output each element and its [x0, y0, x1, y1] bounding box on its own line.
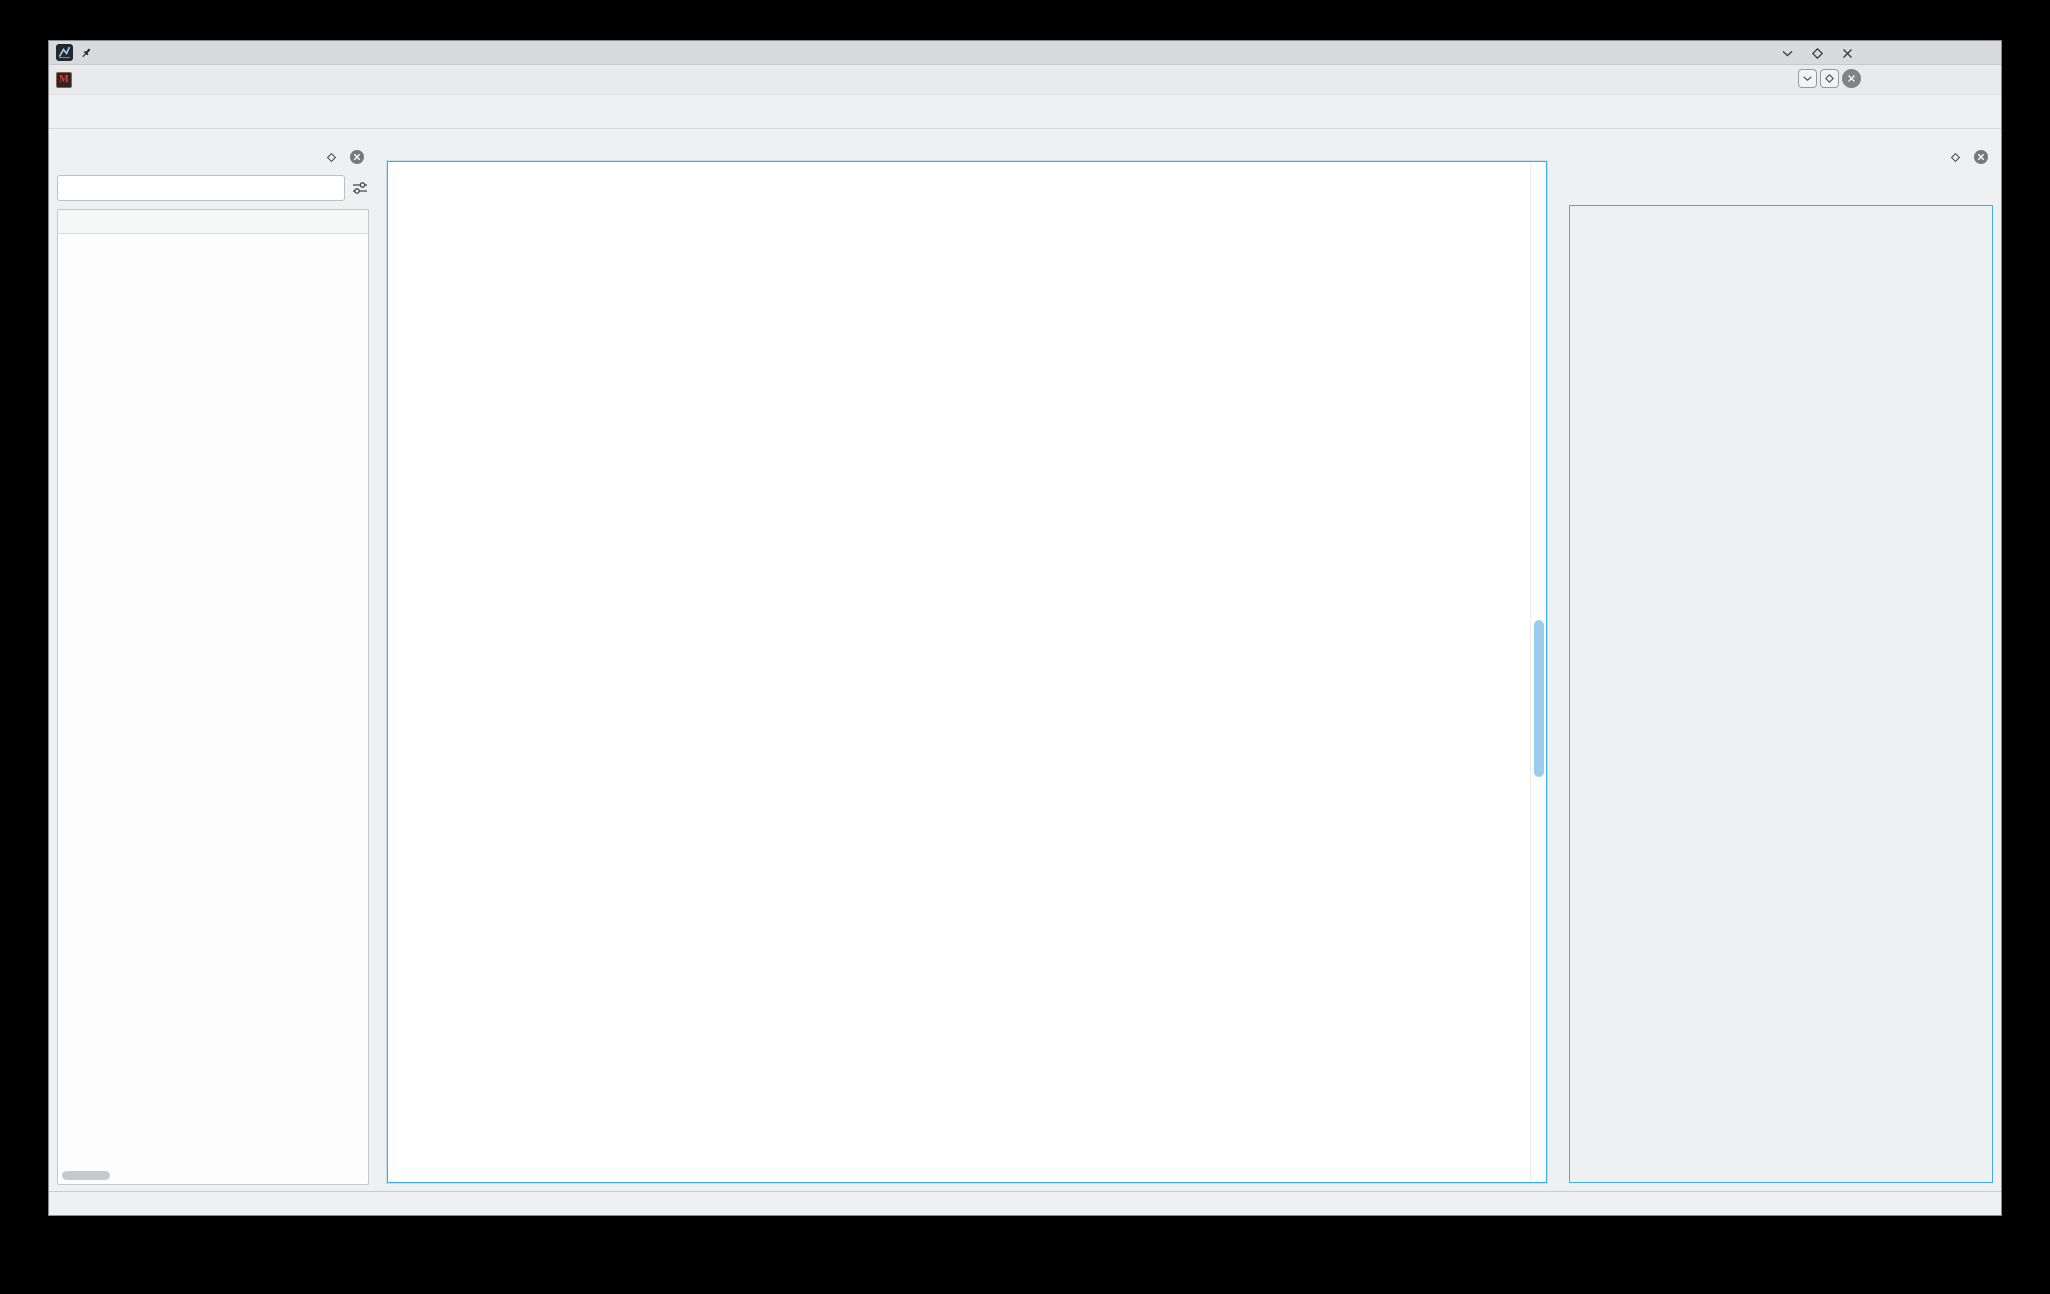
notebook-window	[387, 161, 1547, 1183]
maxima-window-icon: M	[56, 71, 72, 88]
vertical-scrollbar-thumb[interactable]	[1534, 620, 1544, 777]
search-input[interactable]	[57, 175, 345, 201]
filter-options-icon[interactable]	[351, 180, 369, 196]
mdi-close-icon[interactable]	[1842, 69, 1861, 88]
close-icon[interactable]	[1839, 45, 1855, 61]
main-area	[49, 129, 2001, 1191]
minimize-icon[interactable]	[1779, 45, 1795, 61]
titlebar[interactable]	[49, 41, 2001, 65]
close-panel-icon[interactable]	[1973, 149, 1989, 165]
mdi-area	[369, 129, 1557, 1191]
notebook-view[interactable]	[388, 162, 1500, 1182]
entry-marker-column	[1500, 162, 1530, 1182]
pin-icon[interactable]	[79, 46, 93, 60]
general-tab-pane	[1569, 205, 1993, 1183]
properties-tabbar	[1569, 175, 1993, 206]
statusbar	[49, 1191, 2001, 1215]
project-tree	[57, 209, 369, 1185]
horizontal-scrollbar-thumb[interactable]	[62, 1171, 110, 1180]
mdi-restore-icon[interactable]	[1820, 69, 1839, 88]
labplot-window: M	[48, 40, 2002, 1216]
tree-header[interactable]	[58, 210, 368, 234]
maximize-icon[interactable]	[1809, 45, 1825, 61]
labplot-logo-icon	[56, 44, 73, 61]
screen: M	[0, 0, 2050, 1294]
float-panel-icon[interactable]	[1950, 152, 1961, 163]
properties-panel	[1557, 129, 2001, 1191]
menubar: M	[49, 65, 2001, 95]
close-panel-icon[interactable]	[349, 149, 365, 165]
toolbar	[49, 95, 2001, 129]
float-panel-icon[interactable]	[326, 152, 337, 163]
horizontal-scrollbar[interactable]	[60, 1170, 366, 1182]
project-explorer-panel	[49, 129, 369, 1191]
mdi-minimize-icon[interactable]	[1798, 69, 1817, 88]
vertical-scrollbar[interactable]	[1530, 162, 1546, 1182]
